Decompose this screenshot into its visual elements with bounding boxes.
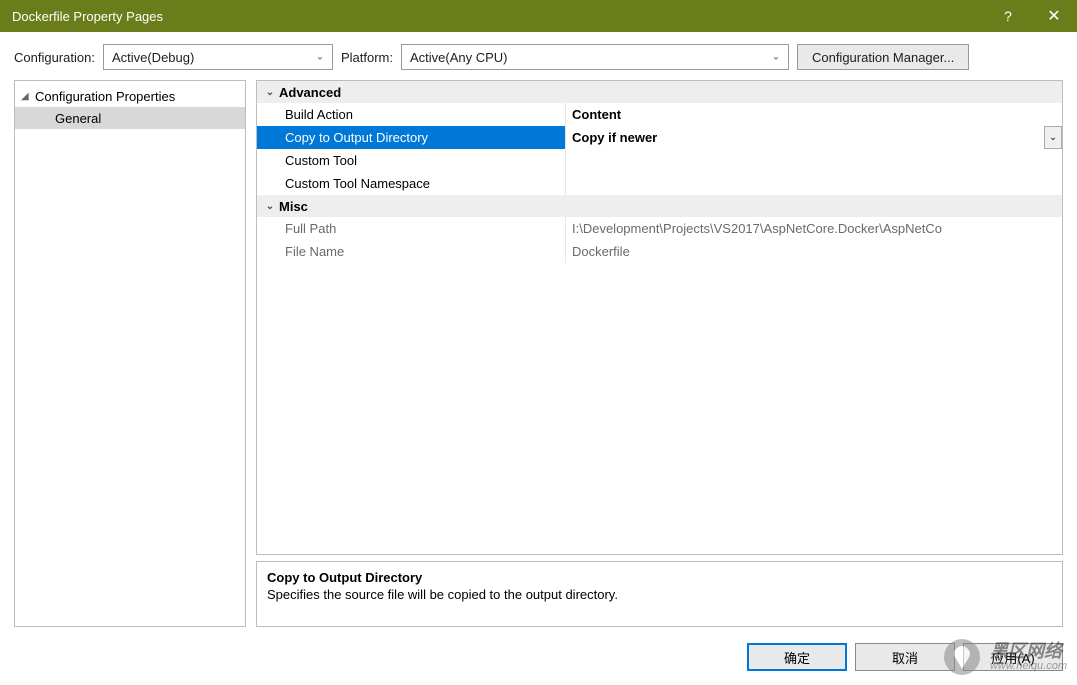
prop-row-build-action[interactable]: Build Action Content [257,103,1062,126]
chevron-down-icon: ⌄ [312,52,328,63]
platform-value: Active(Any CPU) [410,50,508,65]
prop-value[interactable] [566,172,1062,195]
tree-node-general[interactable]: General [15,107,245,129]
prop-row-copy-output[interactable]: Copy to Output Directory Copy if newer ⌄ [257,126,1062,149]
property-grid[interactable]: ⌄ Advanced Build Action Content Copy to … [256,80,1063,555]
ok-button[interactable]: 确定 [747,643,847,671]
prop-row-custom-tool-ns[interactable]: Custom Tool Namespace [257,172,1062,195]
prop-row-file-name[interactable]: File Name Dockerfile [257,240,1062,263]
prop-value: I:\Development\Projects\VS2017\AspNetCor… [566,217,1062,240]
window-title: Dockerfile Property Pages [12,9,985,24]
prop-key: File Name [257,240,566,263]
prop-row-custom-tool[interactable]: Custom Tool [257,149,1062,172]
configuration-value: Active(Debug) [112,50,194,65]
close-button[interactable]: ✕ [1031,0,1077,32]
prop-key: Custom Tool [257,149,566,172]
titlebar: Dockerfile Property Pages ? ✕ [0,0,1077,32]
prop-key: Build Action [257,103,566,126]
apply-button[interactable]: 应用(A) [963,643,1063,671]
configuration-label: Configuration: [14,50,95,65]
tree-node-label: General [55,111,101,126]
help-button[interactable]: ? [985,0,1031,32]
description-body: Specifies the source file will be copied… [267,587,1052,602]
footer: 确定 取消 应用(A) [0,633,1077,685]
toolbar: Configuration: Active(Debug) ⌄ Platform:… [0,32,1077,80]
description-title: Copy to Output Directory [267,570,1052,585]
prop-key: Full Path [257,217,566,240]
prop-value[interactable] [566,149,1062,172]
configuration-combo[interactable]: Active(Debug) ⌄ [103,44,333,70]
prop-value[interactable]: Content [566,103,1062,126]
category-advanced[interactable]: ⌄ Advanced [257,81,1062,103]
prop-key: Copy to Output Directory [257,126,566,149]
body: ◢ Configuration Properties General ⌄ Adv… [0,80,1077,633]
tree-parent-config-properties[interactable]: ◢ Configuration Properties [15,85,245,107]
prop-value: Dockerfile [566,240,1062,263]
collapse-icon: ◢ [21,91,35,102]
nav-tree[interactable]: ◢ Configuration Properties General [14,80,246,627]
configuration-manager-button[interactable]: Configuration Manager... [797,44,969,70]
category-misc[interactable]: ⌄ Misc [257,195,1062,217]
dialog-window: Dockerfile Property Pages ? ✕ Configurat… [0,0,1077,685]
platform-combo[interactable]: Active(Any CPU) ⌄ [401,44,789,70]
prop-key: Custom Tool Namespace [257,172,566,195]
tree-parent-label: Configuration Properties [35,89,175,104]
platform-label: Platform: [341,50,393,65]
cancel-button[interactable]: 取消 [855,643,955,671]
prop-row-full-path[interactable]: Full Path I:\Development\Projects\VS2017… [257,217,1062,240]
chevron-down-icon: ⌄ [261,87,279,98]
prop-value[interactable]: Copy if newer ⌄ [566,126,1062,149]
main-pane: ⌄ Advanced Build Action Content Copy to … [256,80,1063,627]
chevron-down-icon: ⌄ [261,201,279,212]
description-pane: Copy to Output Directory Specifies the s… [256,561,1063,627]
chevron-down-icon: ⌄ [768,52,784,63]
dropdown-button[interactable]: ⌄ [1044,126,1062,149]
